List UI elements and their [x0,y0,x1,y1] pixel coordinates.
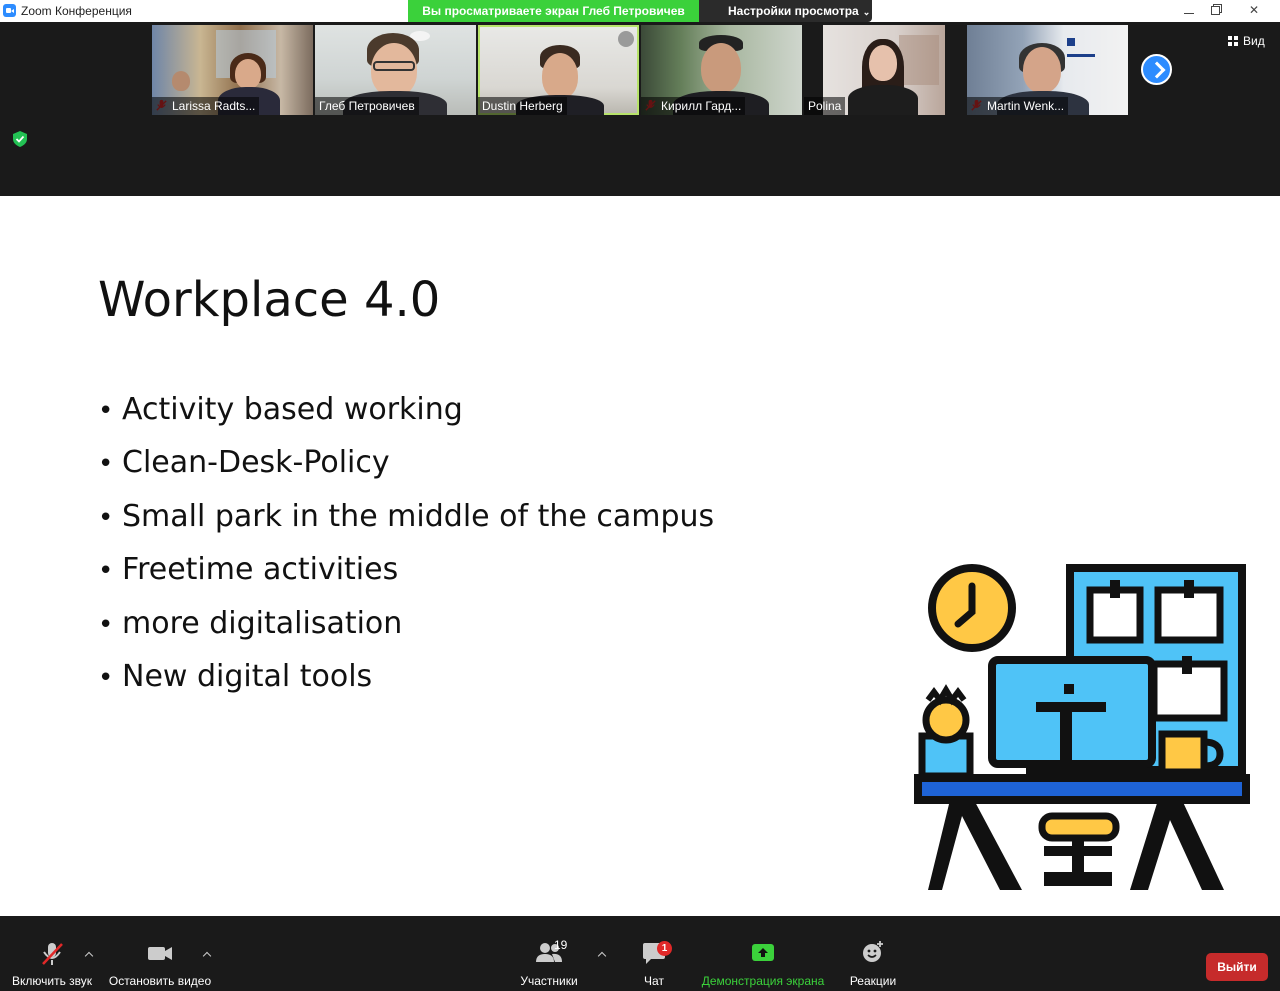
reactions-button[interactable]: Реакции [846,938,900,988]
view-layout-button[interactable]: Вид [1228,34,1265,48]
next-page-button[interactable] [1141,54,1172,85]
video-tile-active-speaker[interactable]: Dustin Herberg [478,25,639,115]
slide-bullet: • Clean-Desk-Policy [98,445,390,481]
video-person-face [701,43,741,93]
view-options-dropdown[interactable]: Настройки просмотра ⌄ [699,0,872,22]
meeting-controls-toolbar: Включить звук Остановить видео 19 Участн… [0,916,1280,991]
slide-bullet: • Freetime activities [98,552,399,588]
video-person-glasses [373,61,415,71]
participant-name: Dustin Herberg [478,97,567,115]
plant-flower [922,696,970,744]
view-options-label: Настройки просмотра [728,4,859,18]
slide-bullet: • New digital tools [98,658,373,694]
restore-icon [1210,6,1220,15]
monitor-dot [1064,684,1074,694]
share-screen-button[interactable]: Демонстрация экрана [700,938,826,988]
stop-video-button[interactable]: Остановить видео [106,938,214,988]
video-tile[interactable]: Кирилл Гард... [641,25,802,115]
reactions-smiley-icon [863,941,883,962]
slide-bullet-text: more digitalisation [122,605,403,641]
share-screen-icon [752,944,774,961]
desk-leg-left [928,800,1022,890]
slide-bullet-text: New digital tools [122,658,373,694]
muted-mic-icon [42,943,63,965]
audio-options-caret[interactable] [84,950,94,960]
video-tile[interactable]: Larissa Radts... [152,25,313,115]
stop-video-label: Остановить видео [108,974,212,988]
video-background-shelf [899,35,939,85]
board-pin [1182,656,1192,674]
video-camera-icon [148,947,172,960]
screen-share-banner: Вы просматриваете экран Глеб Петровичев [408,0,699,22]
chat-unread-badge: 1 [657,941,672,956]
video-tile[interactable]: Polina [804,25,965,115]
chair-base [1044,872,1112,886]
participant-name: Larissa Radts... [152,97,260,115]
board-pin [1184,580,1194,598]
video-tile[interactable]: Глеб Петровичев [315,25,476,115]
slide-bullet-list: • Activity based working • Clean-Desk-Poli… [98,390,714,710]
video-gallery-strip: Larissa Radts... Глеб Петровичев Dustin … [0,22,1280,196]
unmute-button[interactable]: Включить звук [8,938,96,988]
video-person-face [172,71,190,91]
slide-bullet-text: Activity based working [122,392,463,427]
video-background-lamp [618,31,634,47]
restore-button[interactable] [1202,0,1228,22]
chair-bar [1044,846,1112,856]
view-layout-label: Вид [1243,34,1265,48]
video-person-face [542,53,578,99]
video-options-caret[interactable] [202,950,212,960]
coffee-mug [1158,730,1208,776]
board-pin [1110,580,1120,598]
desk-leg-right [1130,800,1224,890]
video-tile[interactable]: Martin Wenk... [967,25,1128,115]
video-background-logo [1067,33,1107,57]
participant-name: Кирилл Гард... [641,97,746,115]
video-person-face [235,59,261,89]
chat-button[interactable]: 1 Чат [634,938,674,988]
leave-meeting-button[interactable]: Выйти [1206,953,1268,981]
slide-bullet: • Activity based working [98,392,463,427]
window-title: Zoom Конференция [21,4,132,18]
zoom-logo-icon [3,4,16,17]
slide-title: Workplace 4.0 [98,272,441,328]
close-button[interactable]: ✕ [1228,0,1280,22]
slide-bullet-text: Freetime activities [122,552,399,588]
chevron-down-icon: ⌄ [862,7,871,17]
slide-bullet: • more digitalisation [98,605,403,641]
monitor-stand [1060,712,1072,776]
close-icon: ✕ [1248,3,1260,17]
minimize-button[interactable] [1176,0,1202,22]
desk-top [914,774,1250,804]
workplace-desk-illustration [914,564,1250,890]
participant-name: Martin Wenk... [967,97,1069,115]
slide-bullet: • Small park in the middle of the campus [98,498,715,534]
encryption-shield-icon[interactable] [12,130,28,148]
share-screen-label: Демонстрация экрана [701,974,825,988]
participant-name: Polina [804,97,846,115]
participant-name: Глеб Петровичев [315,97,419,115]
video-person-face [869,45,897,81]
participants-button[interactable]: 19 Участники [514,938,584,988]
minimize-icon [1184,13,1194,14]
unmute-label: Включить звук [11,974,93,988]
monitor-bar [1036,702,1106,712]
chat-label: Чат [644,974,664,988]
participants-label: Участники [520,974,578,988]
title-bar: Zoom Конференция Вы просматриваете экран… [0,0,1280,22]
slide-bullet-text: Small park in the middle of the campus [122,498,715,534]
video-person-face [1023,47,1061,93]
slide-bullet-text: Clean-Desk-Policy [122,445,390,481]
participants-options-caret[interactable] [597,950,607,960]
grid-view-icon [1228,36,1238,46]
reactions-label: Реакции [849,974,897,988]
video-person-body [848,85,918,115]
shared-screen-slide: Workplace 4.0 • Activity based working • C… [0,196,1280,916]
zoom-window: Zoom Конференция Вы просматриваете экран… [0,0,1280,991]
chair-seat [1038,812,1120,842]
participants-count: 19 [554,938,568,952]
